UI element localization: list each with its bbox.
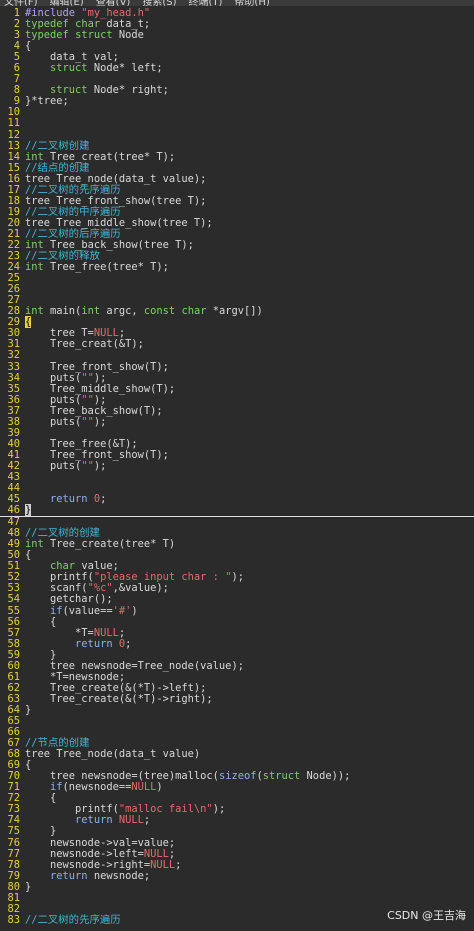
code-text: }	[25, 703, 32, 716]
code-text: }	[25, 880, 32, 893]
watermark-label: CSDN @王吉海	[387, 909, 466, 922]
code-line[interactable]: 26	[0, 284, 474, 295]
line-number: 7	[13, 73, 20, 86]
code-line[interactable]: 74 return NULL;	[0, 815, 474, 826]
line-number: 75	[7, 825, 20, 838]
code-text: tree Tree_node(data_t value)	[25, 748, 201, 761]
line-number: 11	[7, 117, 20, 130]
line-number: 14	[7, 150, 20, 163]
line-number: 5	[13, 51, 20, 64]
code-editor[interactable]: 1 #include "my_head.h" 2 typedef char data_…	[0, 8, 474, 931]
code-line[interactable]: 43	[0, 471, 474, 483]
code-text: int Tree_free(tree* T);	[25, 261, 169, 274]
line-number: 32	[7, 349, 20, 362]
code-line[interactable]: 46}	[0, 504, 474, 518]
code-line[interactable]: 45 return 0;	[0, 494, 474, 505]
code-line[interactable]: 55 if(value=='#')	[0, 604, 474, 617]
line-number: 13	[7, 139, 20, 152]
line-number: 2	[13, 18, 20, 31]
code-text: return newsnode;	[50, 869, 151, 882]
code-text: puts("");	[25, 459, 107, 472]
menu-item[interactable]: 文件(F)	[0, 0, 46, 6]
code-line[interactable]: 65	[0, 715, 474, 727]
line-number: 6	[13, 62, 20, 75]
line-number: 55	[7, 604, 20, 617]
menu-item[interactable]: 终端(T)	[185, 0, 231, 6]
menu-item[interactable]: 帮助(H)	[230, 0, 277, 6]
code-text: typedef struct Node	[25, 29, 144, 42]
menu-item[interactable]: 编辑(E)	[46, 0, 92, 6]
code-text: Tree_create(&(*T)->right);	[25, 692, 213, 705]
code-line[interactable]: 8 struct Node* right;	[0, 85, 474, 96]
code-line[interactable]: 42 puts("");	[0, 459, 474, 472]
code-line[interactable]: 31 Tree_creat(&T);	[0, 339, 474, 350]
code-line[interactable]: 68 tree Tree_node(data_t value)	[0, 749, 474, 760]
code-line[interactable]: 6 struct Node* left;	[0, 63, 474, 74]
line-number: 8	[13, 84, 20, 97]
code-line[interactable]: 38 puts("");	[0, 415, 474, 428]
line-number: 3	[13, 29, 20, 42]
code-line[interactable]: 80}	[0, 880, 474, 893]
menu-item[interactable]: 搜索(S)	[138, 0, 184, 6]
code-text: int main(int argc, const char *argv[])	[25, 305, 263, 318]
line-number: 78	[7, 858, 20, 871]
line-number: 4	[13, 40, 20, 53]
code-line[interactable]: 49 int Tree_create(tree* T)	[0, 539, 474, 550]
code-line[interactable]: 11	[0, 118, 474, 129]
line-number: 34	[7, 371, 20, 384]
code-line[interactable]: 28 int main(int argc, const char *argv[])	[0, 306, 474, 317]
menu-item[interactable]: 查看(V)	[92, 0, 139, 6]
menu-bar: 文件(F) 编辑(E) 查看(V) 搜索(S) 终端(T) 帮助(H)	[0, 0, 474, 6]
code-line[interactable]: 79 return newsnode;	[0, 869, 474, 882]
line-number: 54	[7, 593, 20, 606]
code-line[interactable]: 3 typedef struct Node	[0, 30, 474, 41]
code-text: Tree_creat(&T);	[25, 338, 144, 351]
code-line[interactable]: 9}*tree;	[0, 96, 474, 107]
line-number: 77	[7, 847, 20, 860]
code-text: }*tree;	[25, 95, 69, 108]
code-line[interactable]: 81	[0, 892, 474, 904]
code-text: puts("");	[25, 415, 107, 428]
line-number: 12	[7, 128, 20, 141]
code-text: int Tree_create(tree* T)	[25, 538, 176, 551]
line-number: 46	[7, 504, 20, 517]
code-line[interactable]: 71 if(newsnode==NULL)	[0, 782, 474, 793]
line-number: 35	[7, 382, 20, 395]
code-text: struct Node* left;	[50, 62, 163, 75]
line-number: 56	[7, 615, 20, 628]
line-number: 1	[13, 8, 20, 19]
line-number: 83	[7, 913, 20, 926]
code-line[interactable]: 58 return 0;	[0, 638, 474, 650]
line-number: 33	[7, 360, 20, 373]
code-text: //二叉树的先序遍历	[25, 913, 121, 926]
code-text: return 0;	[50, 493, 107, 506]
code-line[interactable]: 24 int Tree_free(tree* T);	[0, 262, 474, 273]
code-line[interactable]: 25	[0, 273, 474, 284]
line-number: 76	[7, 836, 20, 849]
code-line[interactable]: 64}	[0, 703, 474, 716]
code-line[interactable]: 63 Tree_create(&(*T)->right);	[0, 692, 474, 705]
code-text: }	[25, 504, 32, 517]
code-line[interactable]: 10	[0, 107, 474, 118]
